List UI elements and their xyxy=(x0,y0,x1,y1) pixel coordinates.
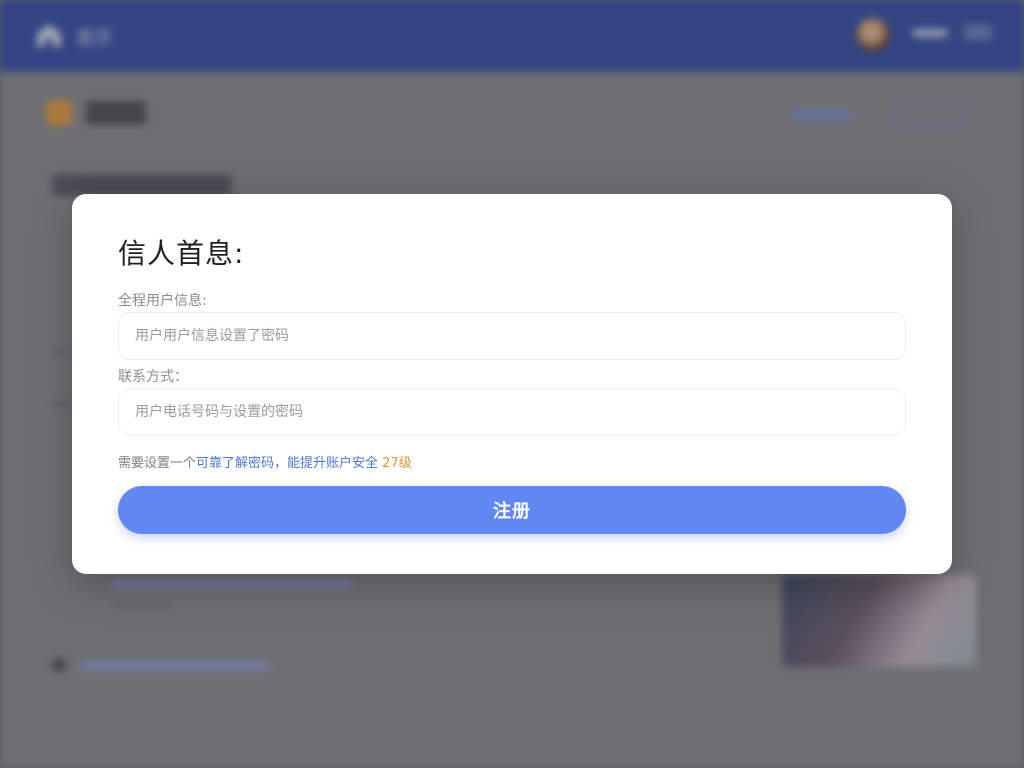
hint-link[interactable]: 可靠了解密码，能提升账户安全 xyxy=(196,456,378,471)
hint-level-badge: 27级 xyxy=(382,456,412,471)
password-hint: 需要设置一个可靠了解密码，能提升账户安全 27级 xyxy=(118,452,412,471)
register-button[interactable]: 注册 xyxy=(118,486,906,534)
dialog-title: 信人首息: xyxy=(118,237,245,270)
registration-dialog: 信人首息: 全程用户信息: 联系方式： 需要设置一个可靠了解密码，能提升账户安全… xyxy=(72,194,952,574)
contact-input[interactable] xyxy=(118,388,906,436)
hint-prefix: 需要设置一个 xyxy=(118,456,197,471)
contact-label: 联系方式： xyxy=(118,369,188,385)
user-info-label: 全程用户信息: xyxy=(118,293,207,309)
user-info-input[interactable] xyxy=(118,312,906,360)
